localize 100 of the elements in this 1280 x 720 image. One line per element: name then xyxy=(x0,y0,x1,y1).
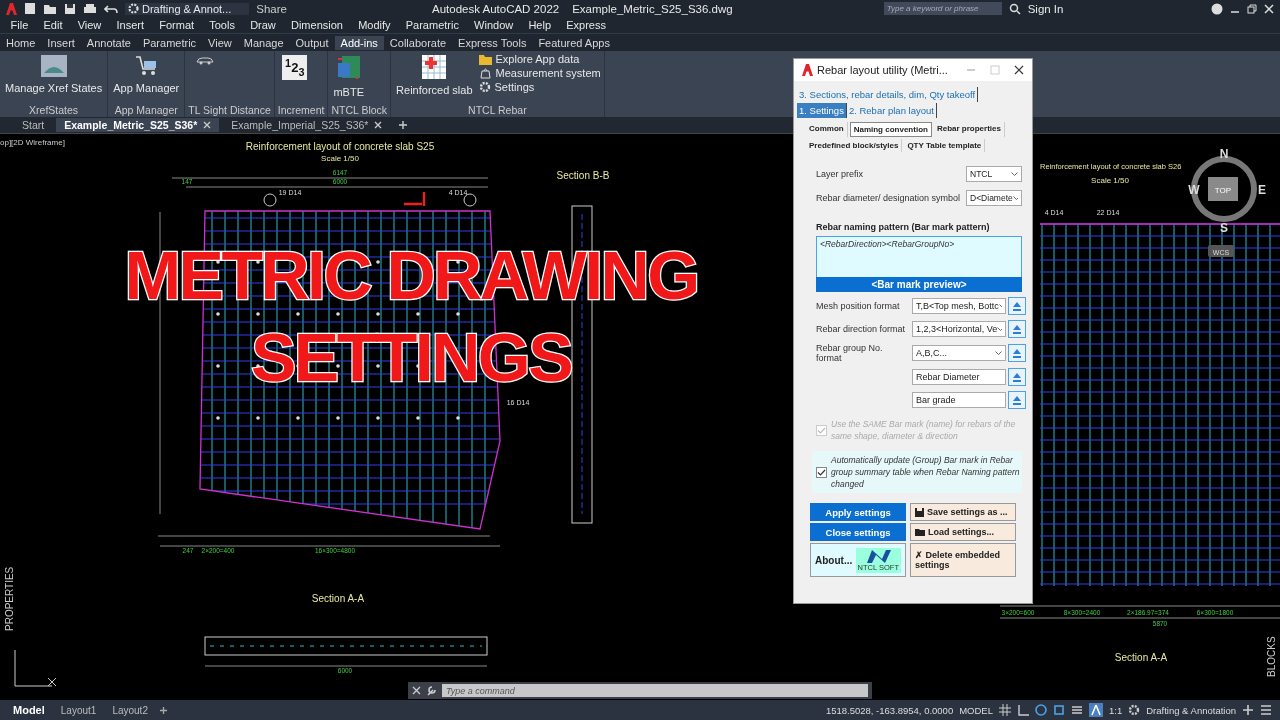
search-icon[interactable] xyxy=(1008,2,1021,15)
file-name: Example_Metric_S25_S36.dwg xyxy=(572,2,733,15)
menu-item[interactable]: Insert xyxy=(108,19,152,31)
layout-tab[interactable]: Layout2 xyxy=(107,704,153,716)
move-up-button[interactable] xyxy=(1008,391,1026,409)
input-field[interactable]: Rebar Diameter xyxy=(912,369,1006,385)
new-tab-icon[interactable] xyxy=(398,120,409,130)
printer-icon[interactable] xyxy=(83,2,97,15)
sign-in-button[interactable]: Sign In xyxy=(1027,2,1064,15)
ribbon-tab[interactable]: Output xyxy=(289,35,335,50)
menu-icon[interactable] xyxy=(1260,704,1272,716)
dropdown[interactable]: 1,2,3<Horizontal, Ve xyxy=(912,321,1006,337)
menu-item[interactable]: Draw xyxy=(242,19,284,31)
dialog-button[interactable]: Close settings xyxy=(810,523,906,541)
move-up-button[interactable] xyxy=(1008,297,1026,315)
pattern-field[interactable]: <RebarDirection><RebarGroupNo> xyxy=(816,236,1022,277)
dialog-tab[interactable]: 1. Settings xyxy=(797,103,847,118)
plus-icon[interactable] xyxy=(1242,704,1254,716)
ribbon-tab[interactable]: Manage xyxy=(237,35,290,50)
dropdown[interactable]: T,B<Top mesh, Bottc xyxy=(912,298,1006,314)
menu-item[interactable]: Modify xyxy=(350,19,399,31)
checkbox[interactable] xyxy=(816,466,827,478)
n-icon xyxy=(864,548,893,563)
dropdown[interactable]: A,B,C... xyxy=(912,345,1006,361)
settings-tab[interactable]: Common xyxy=(806,122,848,137)
restore-icon[interactable] xyxy=(1247,3,1257,14)
settings-tab[interactable]: Rebar properties xyxy=(933,122,1005,137)
menu-item[interactable]: Format xyxy=(151,19,202,31)
search-field[interactable]: Type a keyword or phrase xyxy=(883,2,1002,15)
ribbon-button[interactable]: Measurement system xyxy=(478,67,601,79)
annotation-icon[interactable] xyxy=(1089,703,1103,717)
palette-tab[interactable]: PROPERTIES xyxy=(4,566,15,631)
input-field[interactable]: Bar grade xyxy=(912,392,1006,408)
ribbon-button[interactable]: Explore App data xyxy=(478,53,601,65)
ribbon-button[interactable]: mBTE xyxy=(331,53,366,98)
osnap-icon[interactable] xyxy=(1053,704,1065,716)
ribbon-tab[interactable]: Parametric xyxy=(136,35,203,50)
menu-item[interactable]: File xyxy=(3,19,36,31)
save-icon[interactable] xyxy=(64,2,76,15)
add-icon[interactable] xyxy=(158,705,168,715)
document-tab[interactable]: Example_Metric_S25_S36* xyxy=(56,118,220,132)
ribbon-tab[interactable]: Collaborate xyxy=(383,35,453,50)
settings-tab[interactable]: Naming convention xyxy=(849,122,932,137)
dialog-button[interactable]: Load settings... xyxy=(910,523,1016,541)
dialog-button[interactable]: ✗ Delete embedded settings xyxy=(910,543,1016,577)
wrench-icon[interactable] xyxy=(426,685,437,696)
new-file-icon[interactable] xyxy=(24,2,36,15)
ribbon-button[interactable]: Reinforced slab xyxy=(394,53,475,96)
ribbon-button[interactable]: Settings xyxy=(478,81,601,93)
settings-tab[interactable]: QTY Table template xyxy=(904,139,986,152)
gear-icon[interactable] xyxy=(1128,704,1141,716)
layout-tab[interactable]: Model xyxy=(8,704,50,716)
dialog-button[interactable]: Save settings as ... xyxy=(910,503,1016,521)
ribbon-tab[interactable]: Annotate xyxy=(80,35,137,50)
menu-item[interactable]: Window xyxy=(466,19,521,31)
document-tab[interactable]: Example_Imperial_S25_S36* xyxy=(223,118,391,132)
ribbon-button[interactable]: App Manager xyxy=(111,53,182,94)
close-icon[interactable] xyxy=(1014,65,1024,75)
ribbon-tab[interactable]: View xyxy=(202,35,238,50)
document-tab[interactable]: Start xyxy=(14,118,53,132)
move-up-button[interactable] xyxy=(1008,320,1026,338)
folder-icon[interactable] xyxy=(43,2,57,15)
menu-item[interactable]: View xyxy=(70,19,109,31)
lineweight-icon[interactable] xyxy=(1071,704,1083,716)
dialog-button[interactable]: Apply settings xyxy=(810,503,906,521)
menu-item[interactable]: Help xyxy=(520,19,559,31)
polar-icon[interactable] xyxy=(1035,704,1047,716)
move-up-button[interactable] xyxy=(1008,344,1026,362)
menu-item[interactable]: Express xyxy=(558,19,614,31)
menu-item[interactable]: Parametric xyxy=(398,19,467,31)
scale-dropdown[interactable]: 1:1 xyxy=(1109,704,1123,716)
dialog-tab[interactable]: 3. Sections, rebar details, dim, Qty takeoff xyxy=(797,87,979,102)
ribbon-button[interactable]: $^{1}$2$_{3}$ xyxy=(277,53,312,80)
dropdown[interactable]: D<Diamete xyxy=(966,190,1022,206)
grid-icon[interactable] xyxy=(999,704,1011,716)
share-button[interactable]: Share xyxy=(256,2,287,15)
layout-tab[interactable]: Layout1 xyxy=(55,704,102,716)
snap-icon[interactable] xyxy=(1017,704,1029,716)
ribbon-tab[interactable]: Home xyxy=(0,35,42,50)
settings-tab[interactable]: Predefined block/styles xyxy=(806,139,903,152)
workspace-dropdown[interactable]: Drafting & Annot... xyxy=(125,2,250,15)
undo-icon[interactable] xyxy=(104,2,118,15)
ribbon-tab[interactable]: Add-ins xyxy=(334,35,384,50)
menu-item[interactable]: Dimension xyxy=(283,19,351,31)
dialog-tab[interactable]: 2. Rebar plan layout xyxy=(846,103,937,118)
viewport-label[interactable]: op][2D Wireframe] xyxy=(0,138,65,147)
ribbon-tab[interactable]: Express Tools xyxy=(452,35,533,50)
model-space-button[interactable]: MODEL xyxy=(959,704,993,716)
ribbon-tab[interactable]: Featured Apps xyxy=(532,35,616,50)
move-up-button[interactable] xyxy=(1008,368,1026,386)
command-field[interactable]: Type a command xyxy=(442,684,868,697)
menu-item[interactable]: Edit xyxy=(35,19,71,31)
dropdown[interactable]: NTCL xyxy=(966,166,1022,182)
palette-tab[interactable]: BLOCKS xyxy=(1266,636,1277,677)
ribbon-tab[interactable]: Insert xyxy=(41,35,81,50)
coordinates-readout[interactable]: 1518.5028, -163.8954, 0.0000 xyxy=(825,704,954,716)
workspace-dropdown[interactable]: Drafting & Annotation xyxy=(1146,704,1236,716)
app-logo-icon[interactable] xyxy=(6,2,17,15)
menu-item[interactable]: Tools xyxy=(201,19,243,31)
ribbon-button[interactable]: Manage Xref States xyxy=(3,53,105,94)
